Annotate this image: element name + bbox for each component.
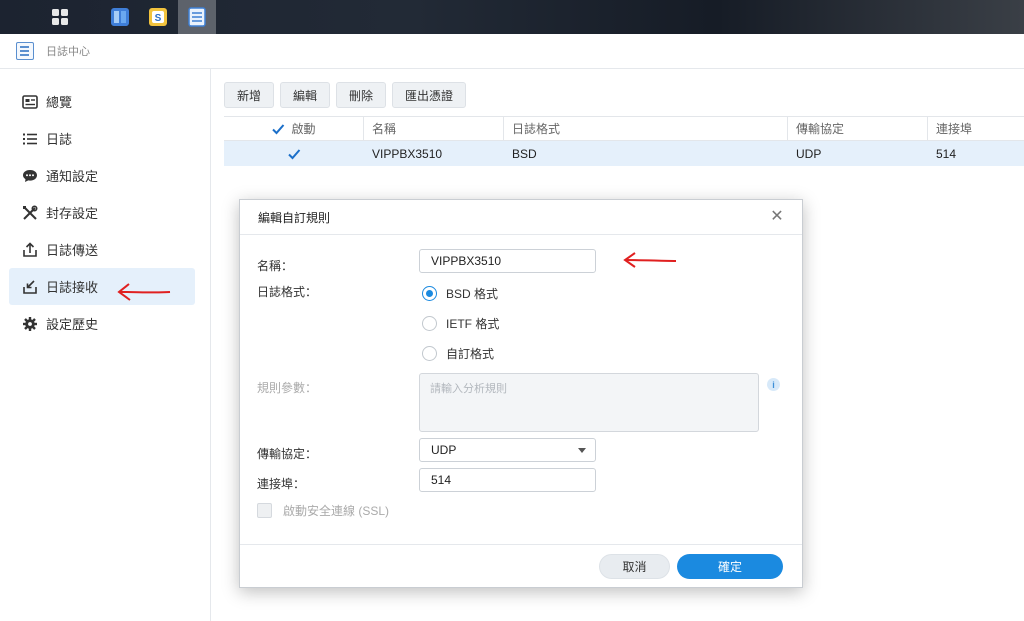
upload-icon — [22, 241, 38, 258]
add-button[interactable]: 新增 — [224, 82, 275, 108]
taskbar-app-security-icon[interactable]: S — [139, 0, 177, 34]
gear-icon — [22, 316, 38, 332]
window-title: 日誌中心 — [46, 46, 90, 58]
ok-button[interactable]: 確定 — [677, 554, 783, 579]
dialog-title: 編輯自訂規則 — [258, 210, 331, 225]
log-center-icon — [16, 42, 34, 60]
ssl-option: 啟動安全連線 (SSL) — [257, 502, 389, 519]
sidebar-item-archive[interactable]: 封存設定 — [9, 194, 195, 231]
main-menu-icon[interactable] — [30, 0, 90, 34]
port-label: 連接埠： — [257, 477, 306, 491]
rule-params-placeholder: 請輸入分析規則 — [430, 383, 507, 395]
port-value: 514 — [431, 473, 452, 487]
header-enabled[interactable]: 啟動 — [224, 117, 364, 140]
delete-button[interactable]: 刪除 — [336, 82, 387, 108]
format-option-ietf[interactable]: IETF 格式 — [422, 315, 499, 332]
row-enabled-checkbox[interactable] — [287, 147, 301, 161]
edit-button[interactable]: 編輯 — [280, 82, 331, 108]
protocol-label: 傳輸協定： — [257, 447, 318, 461]
header-format[interactable]: 日誌格式 — [504, 117, 788, 140]
name-label: 名稱： — [257, 259, 294, 273]
toolbar: 新增 編輯 刪除 匯出憑證 — [224, 82, 467, 108]
sidebar-item-label: 總覽 — [46, 95, 73, 110]
format-option-bsd[interactable]: BSD 格式 — [422, 285, 498, 302]
export-certificate-button[interactable]: 匯出憑證 — [392, 82, 467, 108]
ssl-label: 啟動安全連線 (SSL) — [283, 504, 390, 518]
edit-custom-rule-dialog: 編輯自訂規則 ✕ 名稱： VIPPBX3510 日誌格式： BSD 格式 IET… — [239, 199, 803, 588]
chevron-down-icon — [578, 448, 586, 453]
sidebar-item-label: 封存設定 — [46, 206, 99, 221]
ssl-checkbox[interactable] — [257, 503, 272, 518]
window-titlebar: 日誌中心 — [0, 34, 1024, 69]
radio-ietf[interactable] — [422, 316, 437, 331]
port-field[interactable]: 514 — [419, 468, 596, 492]
name-field[interactable]: VIPPBX3510 — [419, 249, 596, 273]
tools-icon — [22, 204, 38, 221]
sidebar-item-label: 通知設定 — [46, 169, 99, 184]
table-header: 啟動 名稱 日誌格式 傳輸協定 連接埠 — [224, 116, 1024, 141]
radio-custom[interactable] — [422, 346, 437, 361]
annotation-arrow-name — [623, 252, 677, 268]
sidebar-item-settings-history[interactable]: 設定歷史 — [9, 305, 195, 342]
annotation-arrow-sidebar — [117, 283, 171, 301]
svg-text:S: S — [155, 13, 162, 24]
info-icon[interactable]: i — [767, 378, 780, 391]
rule-params-label: 規則參數： — [257, 381, 318, 395]
name-field-value: VIPPBX3510 — [431, 254, 502, 268]
format-option-label: BSD 格式 — [446, 287, 499, 301]
dialog-footer: 取消 確定 — [240, 544, 802, 587]
cell-enabled[interactable] — [224, 141, 364, 166]
cancel-button[interactable]: 取消 — [599, 554, 670, 579]
chat-bubble-icon — [22, 168, 38, 184]
sidebar-item-overview[interactable]: 總覽 — [9, 83, 195, 120]
download-icon — [22, 279, 38, 295]
rule-params-textarea[interactable]: 請輸入分析規則 — [419, 373, 759, 432]
header-port[interactable]: 連接埠 — [928, 117, 1024, 140]
protocol-value: UDP — [431, 443, 457, 457]
cell-format: BSD — [512, 146, 537, 161]
sidebar-item-label: 日誌接收 — [46, 280, 99, 295]
radio-bsd[interactable] — [422, 286, 437, 301]
cell-port: 514 — [936, 146, 957, 161]
format-option-label: IETF 格式 — [446, 317, 500, 331]
sidebar-item-label: 日誌 — [46, 132, 73, 147]
cell-name: VIPPBX3510 — [372, 146, 443, 161]
format-option-label: 自訂格式 — [446, 347, 495, 361]
protocol-select[interactable]: UDP — [419, 438, 596, 462]
taskbar: S — [0, 0, 1024, 34]
header-label: 啟動 — [291, 122, 316, 136]
taskbar-app-log-center-icon[interactable] — [178, 0, 216, 34]
table-row[interactable]: VIPPBX3510 BSD UDP 514 — [224, 141, 1024, 166]
sidebar-item-notifications[interactable]: 通知設定 — [9, 157, 195, 194]
sidebar: 總覽 日誌 通知設定 封存設定 日誌傳送 日誌接收 設定歷史 — [0, 69, 211, 621]
sidebar-item-label: 日誌傳送 — [46, 243, 99, 258]
format-option-custom[interactable]: 自訂格式 — [422, 345, 494, 362]
list-icon — [22, 131, 38, 147]
sidebar-item-log-sending[interactable]: 日誌傳送 — [9, 231, 195, 268]
sidebar-item-logs[interactable]: 日誌 — [9, 120, 195, 157]
header-protocol[interactable]: 傳輸協定 — [788, 117, 928, 140]
sidebar-item-label: 設定歷史 — [46, 317, 99, 332]
select-all-checkbox[interactable] — [271, 122, 285, 136]
format-label: 日誌格式： — [257, 285, 318, 299]
overview-icon — [22, 94, 38, 110]
cell-protocol: UDP — [796, 146, 822, 161]
rules-table: 啟動 名稱 日誌格式 傳輸協定 連接埠 VIPPBX3510 BSD UDP 5… — [224, 116, 1024, 166]
taskbar-app-storage-icon[interactable] — [101, 0, 139, 34]
header-name[interactable]: 名稱 — [364, 117, 504, 140]
dialog-header: 編輯自訂規則 ✕ — [240, 200, 802, 235]
close-icon[interactable]: ✕ — [770, 209, 784, 225]
